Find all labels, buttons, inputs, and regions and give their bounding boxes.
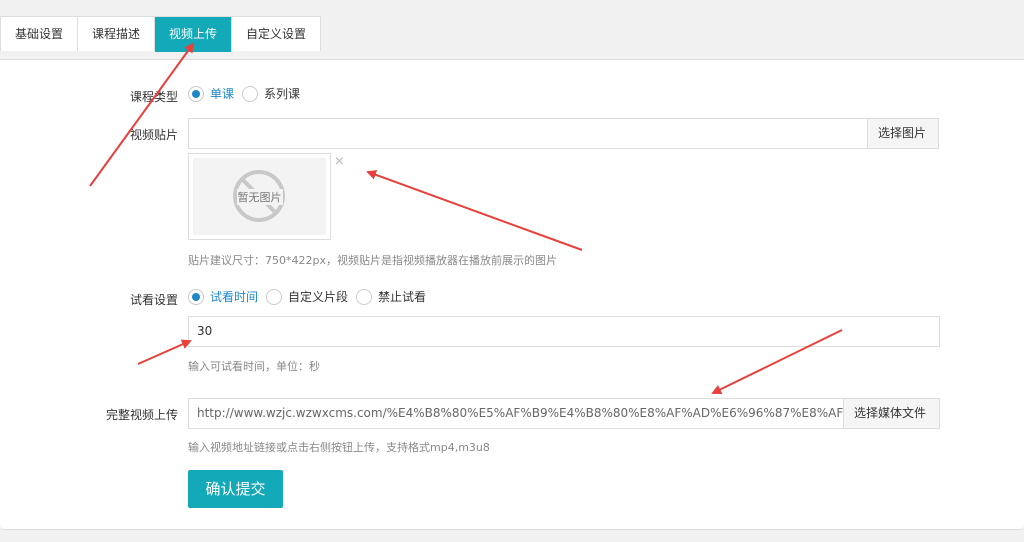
form-panel: 课程类型 单课 系列课 视频贴片 选择图片 暂无图片 × 贴片建议尺寸：750*… (0, 59, 1024, 530)
remove-image-icon[interactable]: × (334, 154, 345, 169)
tab-bar: 基础设置 课程描述 视频上传 自定义设置 (0, 16, 322, 52)
radio-custom-segment-label[interactable]: 自定义片段 (288, 288, 348, 305)
radio-disable-trial-label[interactable]: 禁止试看 (378, 288, 426, 305)
poster-help-text: 贴片建议尺寸：750*422px，视频贴片是指视频播放器在播放前展示的图片 (188, 254, 557, 267)
poster-label: 视频贴片 (129, 128, 178, 142)
full-video-url-input[interactable]: http://www.wzjc.wzwxcms.com/%E4%B8%80%E5… (188, 398, 844, 429)
course-type-label: 课程类型 (129, 90, 178, 104)
select-media-button[interactable]: 选择媒体文件 (844, 398, 940, 429)
trial-radio-group: 试看时间 自定义片段 禁止试看 (188, 288, 434, 305)
radio-trial-time[interactable] (188, 288, 204, 305)
course-type-radio-group: 单课 系列课 (188, 85, 308, 102)
radio-disable-trial[interactable] (356, 288, 373, 305)
full-video-help-text: 输入视频地址链接或点击右侧按钮上传，支持格式mp4,m3u8 (188, 441, 490, 454)
tab-custom-settings[interactable]: 自定义设置 (232, 17, 321, 51)
poster-input[interactable] (188, 118, 868, 149)
trial-time-input[interactable]: 30 (188, 316, 940, 347)
full-video-label: 完整视频上传 (105, 408, 178, 422)
poster-thumbnail: 暂无图片 (188, 153, 331, 240)
radio-custom-segment[interactable] (266, 288, 283, 305)
trial-help-text: 输入可试看时间，单位：秒 (188, 360, 320, 373)
radio-series-course[interactable] (242, 85, 259, 102)
select-image-button[interactable]: 选择图片 (868, 118, 939, 149)
tab-course-description[interactable]: 课程描述 (78, 17, 156, 51)
submit-button[interactable]: 确认提交 (188, 470, 283, 508)
radio-trial-time-label[interactable]: 试看时间 (210, 288, 258, 305)
radio-single-course-label[interactable]: 单课 (210, 85, 234, 102)
radio-series-course-label[interactable]: 系列课 (264, 85, 300, 102)
no-image-text: 暂无图片 (236, 188, 283, 205)
tab-video-upload[interactable]: 视频上传 (155, 17, 233, 52)
trial-settings-label: 试看设置 (129, 293, 178, 307)
no-image-placeholder: 暂无图片 (193, 158, 326, 235)
radio-single-course[interactable] (188, 85, 204, 102)
tab-basic-settings[interactable]: 基础设置 (1, 17, 79, 51)
